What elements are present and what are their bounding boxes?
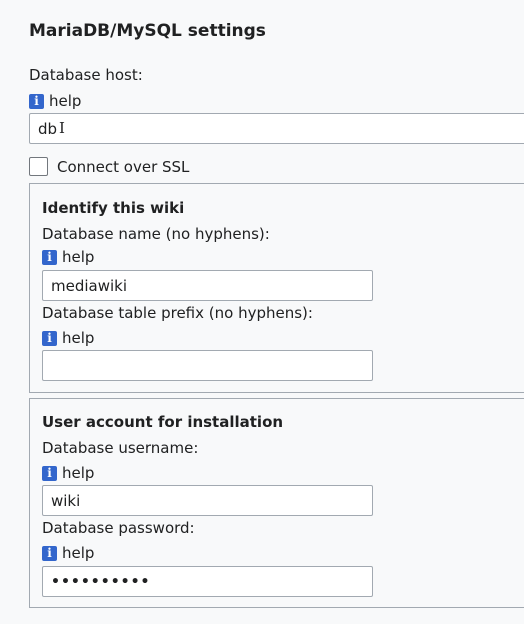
database-host-label: Database host: — [29, 66, 143, 84]
info-icon: i — [29, 93, 44, 109]
database-username-value: wiki — [51, 491, 81, 510]
database-name-value: mediawiki — [51, 276, 128, 295]
database-password-help[interactable]: i help — [42, 544, 94, 562]
text-cursor-icon: I — [59, 119, 65, 137]
database-host-help[interactable]: i help — [29, 92, 81, 110]
database-username-help[interactable]: i help — [42, 464, 94, 482]
identify-wiki-legend: Identify this wiki — [42, 199, 185, 217]
database-host-value: db — [38, 119, 58, 138]
help-link[interactable]: help — [62, 329, 94, 347]
connect-ssl-label[interactable]: Connect over SSL — [57, 158, 189, 176]
help-link[interactable]: help — [62, 464, 94, 482]
help-link[interactable]: help — [49, 92, 81, 110]
info-icon: i — [42, 330, 57, 346]
database-password-label: Database password: — [42, 519, 195, 537]
help-link[interactable]: help — [62, 248, 94, 266]
db-settings-page: MariaDB/MySQL settings Database host: i … — [0, 0, 524, 624]
table-prefix-help[interactable]: i help — [42, 329, 94, 347]
database-host-input[interactable]: db I — [29, 113, 524, 144]
connect-ssl-checkbox[interactable] — [29, 157, 48, 176]
info-icon: i — [42, 249, 57, 265]
database-name-help[interactable]: i help — [42, 248, 94, 266]
info-icon: i — [42, 545, 57, 561]
database-password-value: •••••••••• — [51, 573, 151, 590]
table-prefix-label: Database table prefix (no hyphens): — [42, 304, 313, 322]
help-link[interactable]: help — [62, 544, 94, 562]
section-title: MariaDB/MySQL settings — [29, 21, 266, 41]
table-prefix-input[interactable] — [42, 350, 373, 381]
user-account-legend: User account for installation — [42, 413, 284, 431]
database-name-input[interactable]: mediawiki — [42, 270, 373, 301]
database-name-label: Database name (no hyphens): — [42, 225, 270, 243]
database-password-input[interactable]: •••••••••• — [42, 566, 373, 597]
user-account-fieldset: User account for installation Database u… — [29, 398, 524, 608]
database-username-input[interactable]: wiki — [42, 485, 373, 516]
database-username-label: Database username: — [42, 439, 199, 457]
identify-wiki-fieldset: Identify this wiki Database name (no hyp… — [29, 183, 524, 393]
info-icon: i — [42, 465, 57, 481]
